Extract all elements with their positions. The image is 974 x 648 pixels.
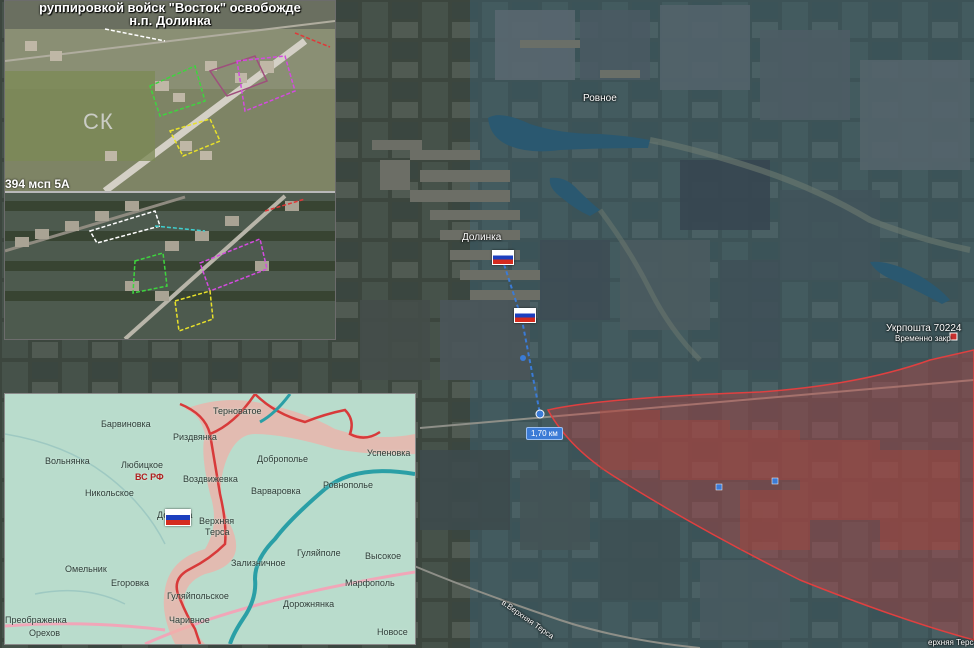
town-egorovka: Егоровка xyxy=(111,578,150,588)
town-nikolskoe: Никольское xyxy=(85,488,134,498)
map-marker[interactable] xyxy=(771,477,779,485)
town-charivnoe: Чаривное xyxy=(169,615,210,625)
town-orekhov: Орехов xyxy=(29,628,60,638)
place-label-rovnoe[interactable]: Ровное xyxy=(583,93,617,104)
town-novoselovka: Новосе xyxy=(377,627,408,637)
measure-endpoint[interactable] xyxy=(535,409,545,419)
russian-flag-marker[interactable] xyxy=(165,509,191,526)
drone-footage-inset[interactable]: руппировкой войск "Восток" освобожде н.п… xyxy=(4,0,336,340)
place-label-ukrposhta[interactable]: Укрпошта 70224 xyxy=(886,323,961,334)
frontline-inset-map[interactable]: Терноватое Барвиновка Риздвянка Вольнянк… xyxy=(4,393,416,645)
map-marker[interactable] xyxy=(715,483,723,491)
place-label-dolinka[interactable]: Долинка xyxy=(462,232,501,243)
drone-footage xyxy=(5,20,335,339)
drone-headline-line2: н.п. Долинка xyxy=(129,13,211,28)
town-gulyaipolskoe: Гуляйпольское xyxy=(167,591,229,601)
town-omelnik: Омельник xyxy=(65,564,107,574)
russian-flag-marker[interactable] xyxy=(514,308,536,323)
place-label-verkhnyaya-tersa: ерхняя Терса xyxy=(928,638,974,647)
town-volnyanka: Вольнянка xyxy=(45,456,90,466)
town-gulyaipole: Гуляйполе xyxy=(297,548,341,558)
town-zaliznichnoe: Зализничное xyxy=(231,558,286,568)
town-rizdvyanka: Риздвянка xyxy=(173,432,217,442)
town-ternovatoe: Терноватое xyxy=(213,406,262,416)
town-vysokoe: Высокое xyxy=(365,551,402,561)
town-verkhnyaya-tersa-line1: Верхняя xyxy=(199,516,235,526)
town-lyubitskoe: Любицкое xyxy=(121,460,164,470)
town-dobropolie: Доброполье xyxy=(257,454,308,464)
town-verkhnyaya-tersa-line2: Терса xyxy=(205,527,230,537)
town-dorozhnyanka: Дорожнянка xyxy=(283,599,335,609)
town-varvarovka: Варваровка xyxy=(251,486,301,496)
town-marfopol: Марфополь xyxy=(345,578,395,588)
post-office-pin[interactable] xyxy=(949,332,958,341)
distance-badge[interactable]: 1,70 км xyxy=(526,427,563,440)
place-label-temporarily-closed: Временно закр xyxy=(895,334,951,343)
measure-midpoint[interactable] xyxy=(520,355,526,361)
sk-marking: СК xyxy=(83,109,114,134)
russian-flag-marker[interactable] xyxy=(492,250,514,265)
town-rovnopolie: Ровнополье xyxy=(323,480,373,490)
unit-label: 394 мсп 5А xyxy=(5,177,70,191)
drone-headline: руппировкой войск "Восток" освобожде н.п… xyxy=(5,1,335,27)
town-preobrazhenka: Преображенка xyxy=(5,615,67,625)
town-uspenovka: Успеновка xyxy=(367,448,411,458)
town-barvinovka: Барвиновка xyxy=(101,419,151,429)
town-vozdvizhevka: Воздвижевка xyxy=(183,474,238,484)
label-vs-rf: ВС РФ xyxy=(135,472,164,482)
